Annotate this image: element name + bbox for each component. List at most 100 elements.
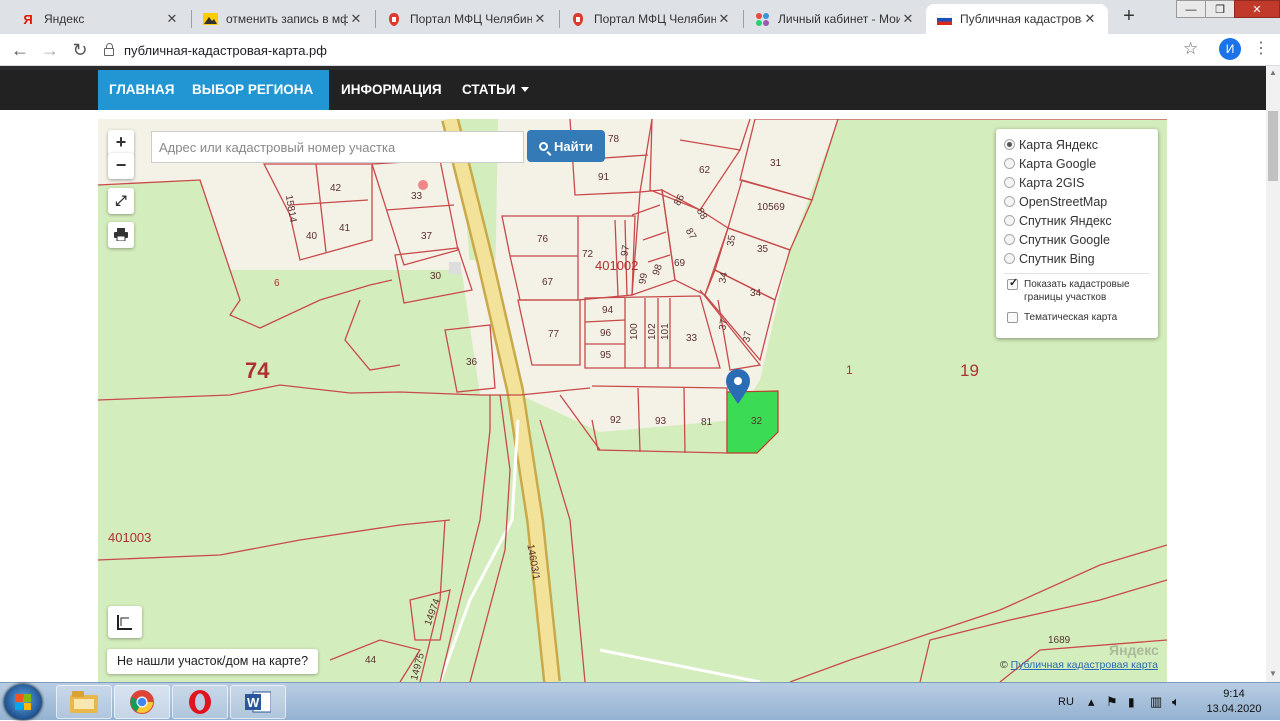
layer-option[interactable]: Спутник Яндекс xyxy=(1004,211,1150,230)
language-indicator[interactable]: RU xyxy=(1058,683,1074,721)
parcel-label: 67 xyxy=(542,277,554,288)
parcel-label: 91 xyxy=(598,172,610,183)
chrome-icon[interactable] xyxy=(114,685,170,719)
close-window-button[interactable]: ✕ xyxy=(1234,0,1280,18)
reload-icon[interactable]: ↻ xyxy=(69,39,91,61)
layer-label: Спутник Google xyxy=(1019,232,1110,247)
thematic-map-option[interactable]: Тематическая карта xyxy=(1004,311,1150,324)
attribution-link[interactable]: Публичная кадастровая карта xyxy=(1011,659,1158,671)
start-button[interactable] xyxy=(4,684,42,720)
layer-option[interactable]: Спутник Google xyxy=(1004,230,1150,249)
layer-option[interactable]: Карта 2GIS xyxy=(1004,173,1150,192)
forward-arrow-icon[interactable]: → xyxy=(39,39,61,61)
minimize-button[interactable]: — xyxy=(1176,0,1206,18)
battery-icon[interactable]: ▮ xyxy=(1128,683,1135,721)
radio-button[interactable] xyxy=(1004,177,1015,188)
fullscreen-icon[interactable]: ⤢ xyxy=(108,188,134,214)
word-icon[interactable]: W xyxy=(230,685,286,719)
layer-label: Карта Яндекс xyxy=(1019,137,1098,152)
layer-option[interactable]: OpenStreetMap xyxy=(1004,192,1150,211)
address-bar[interactable]: публичная-кадастровая-карта.рф xyxy=(104,38,1214,62)
attribution-prefix: © xyxy=(1000,659,1008,671)
search-field[interactable] xyxy=(151,131,524,163)
mfc-icon xyxy=(386,11,402,27)
profile-avatar[interactable]: И xyxy=(1219,38,1241,60)
layer-option[interactable]: Спутник Bing xyxy=(1004,249,1150,268)
zoom-out-button[interactable]: − xyxy=(108,153,134,179)
parcel-label: 6 xyxy=(274,278,280,289)
scroll-thumb[interactable] xyxy=(1268,111,1278,181)
search-input[interactable] xyxy=(152,132,523,162)
radio-button[interactable] xyxy=(1004,215,1015,226)
radio-button[interactable] xyxy=(1004,139,1015,150)
network-icon[interactable]: ▥ xyxy=(1150,683,1162,721)
scroll-down-icon[interactable]: ▼ xyxy=(1269,669,1277,678)
bookmark-star-icon[interactable]: ☆ xyxy=(1183,39,1198,59)
close-icon[interactable]: ✕ xyxy=(348,11,364,27)
nav-info[interactable]: ИНФОРМАЦИЯ xyxy=(330,70,453,110)
print-icon[interactable] xyxy=(108,222,134,248)
map-layer-switcher: Карта Яндекс Карта Google Карта 2GIS Ope… xyxy=(996,129,1158,338)
flag-icon[interactable]: ⚑ xyxy=(1106,683,1118,721)
radio-button[interactable] xyxy=(1004,253,1015,264)
checkbox[interactable] xyxy=(1007,277,1018,290)
parcel-label: 69 xyxy=(674,258,686,269)
site-navigation: ГЛАВНАЯ ВЫБОР РЕГИОНА ИНФОРМАЦИЯ СТАТЬИ xyxy=(0,70,1266,132)
volume-icon[interactable]: 🔈︎ xyxy=(1172,683,1180,721)
ruler-icon[interactable] xyxy=(108,606,142,638)
parcel-label: 44 xyxy=(365,655,377,666)
tab-title: Портал МФЦ Челябинск xyxy=(410,12,532,26)
new-tab-button[interactable]: + xyxy=(1118,6,1140,28)
yandex-icon: Я xyxy=(23,11,33,27)
tab-title: отменить запись в мфц xyxy=(226,12,348,26)
nav-region-select[interactable]: ВЫБОР РЕГИОНА xyxy=(181,70,329,132)
checkbox[interactable] xyxy=(1007,312,1018,323)
scroll-up-icon[interactable]: ▲ xyxy=(1269,68,1277,77)
parcel-label: 81 xyxy=(701,417,713,428)
close-icon[interactable]: ✕ xyxy=(900,11,916,27)
parcel-label: 36 xyxy=(466,357,478,368)
gosuslugi-icon xyxy=(754,11,770,27)
tab-title: Публичная кадастровая xyxy=(960,12,1082,26)
tab-cadastral-map[interactable]: Публичная кадастровая ✕ xyxy=(926,4,1108,34)
nav-articles[interactable]: СТАТЬИ xyxy=(451,70,540,110)
parcel-label: 1689 xyxy=(1048,635,1071,646)
show-cadastral-borders-option[interactable]: Показать кадастровые границы участков xyxy=(1004,277,1150,304)
tab-mfc-portal-2[interactable]: Портал МФЦ Челябинск ✕ xyxy=(560,4,742,34)
parcel-label: 31 xyxy=(770,158,782,169)
parcel-label: 101 xyxy=(660,323,671,340)
radio-button[interactable] xyxy=(1004,158,1015,169)
tray-arrow-icon[interactable]: ▴ xyxy=(1088,683,1095,721)
restore-button[interactable]: ❐ xyxy=(1205,0,1235,18)
find-button[interactable]: Найти xyxy=(527,130,605,162)
layer-option[interactable]: Карта Google xyxy=(1004,154,1150,173)
tab-cancel-booking[interactable]: отменить запись в мфц ✕ xyxy=(192,4,374,34)
parcel-label: 93 xyxy=(655,416,667,427)
explorer-icon[interactable] xyxy=(56,685,112,719)
close-icon[interactable]: ✕ xyxy=(1082,11,1098,27)
tab-gosuslugi[interactable]: Личный кабинет - Мои ✕ xyxy=(744,4,926,34)
browser-tab-strip: Я Яндекс ✕ отменить запись в мфц ✕ Порта… xyxy=(0,0,1280,34)
menu-dots-icon[interactable]: ⋮ xyxy=(1253,38,1269,60)
parcel-label: 72 xyxy=(582,249,594,260)
close-icon[interactable]: ✕ xyxy=(164,11,180,27)
opera-icon[interactable] xyxy=(172,685,228,719)
page-scrollbar[interactable]: ▲ ▼ xyxy=(1266,66,1280,682)
layer-label: OpenStreetMap xyxy=(1019,194,1108,209)
back-arrow-icon[interactable]: ← xyxy=(9,39,31,61)
tab-yandex[interactable]: Я Яндекс ✕ xyxy=(10,4,190,34)
radio-button[interactable] xyxy=(1004,196,1015,207)
close-icon[interactable]: ✕ xyxy=(716,11,732,27)
nav-home[interactable]: ГЛАВНАЯ xyxy=(98,70,186,110)
parcel-label: 78 xyxy=(608,134,620,145)
layer-label: Карта 2GIS xyxy=(1019,175,1085,190)
tab-mfc-portal-1[interactable]: Портал МФЦ Челябинск ✕ xyxy=(376,4,558,34)
parcel-label: 76 xyxy=(537,234,549,245)
system-clock[interactable]: 9:14 13.04.2020 xyxy=(1199,687,1269,717)
close-icon[interactable]: ✕ xyxy=(532,11,548,27)
not-found-button[interactable]: Не нашли участок/дом на карте? xyxy=(107,649,319,674)
parcel-label: 42 xyxy=(330,183,342,194)
parcel-label: 100 xyxy=(629,323,640,340)
layer-option[interactable]: Карта Яндекс xyxy=(1004,135,1150,154)
radio-button[interactable] xyxy=(1004,234,1015,245)
